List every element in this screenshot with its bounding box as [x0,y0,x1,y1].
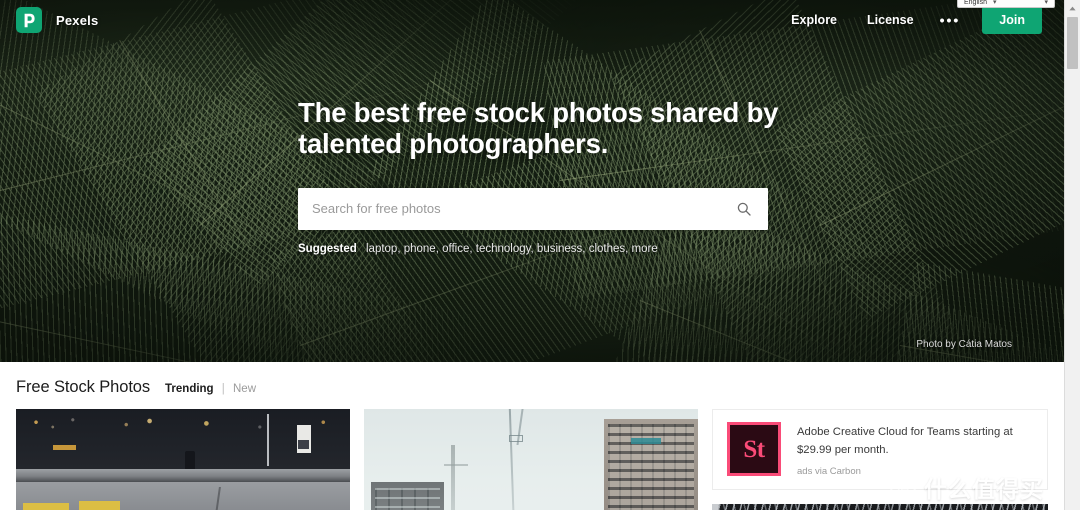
thumbnail-dark-geometric[interactable] [712,504,1048,510]
section-tabs: Trending | New [165,383,256,395]
nav-explore[interactable]: Explore [791,13,837,27]
search-submit-button[interactable] [730,188,758,230]
photo-credit: Photo by Cátia Matos [916,339,1012,350]
building-right [604,419,698,510]
thumbnail-street-photo[interactable] [16,409,350,510]
hero-content: The best free stock photos shared by tal… [298,97,858,255]
grid-column-2 [364,409,698,510]
chevron-down-icon-secondary: ▾ [1044,0,1048,6]
scrollbar-thumb[interactable] [1067,17,1078,69]
photo-grid: St Adobe Creative Cloud for Teams starti… [0,409,1064,510]
search-input[interactable] [298,187,768,230]
page-title: The best free stock photos shared by tal… [298,97,858,160]
street-hydrant [184,450,196,471]
brand-logo-link[interactable]: Pexels [16,7,98,33]
adobe-stock-logo-icon: St [727,422,781,476]
tab-separator: | [221,383,225,395]
nav-links: Explore License ••• Join [761,6,1042,34]
scroll-up-arrow-icon[interactable] [1065,0,1080,16]
grid-column-3: St Adobe Creative Cloud for Teams starti… [712,409,1048,510]
browser-language-popup[interactable]: English ▾ ▾ [957,0,1055,8]
thumbnail-city-buildings[interactable] [364,409,698,510]
ad-text-block: Adobe Creative Cloud for Teams starting … [797,422,1029,477]
search-bar [298,187,768,230]
top-navigation-bar: Pexels Explore License ••• Join [0,0,1064,40]
road-marking-2 [79,501,120,510]
suggested-tags: Suggested laptop, phone, office, technol… [298,243,858,255]
chevron-down-icon: ▾ [992,0,997,6]
crane-mast [450,445,455,510]
adobe-stock-logo-text: St [743,435,765,463]
tab-trending[interactable]: Trending [165,383,214,395]
browser-viewport: Pexels Explore License ••• Join English … [0,0,1080,510]
brand-name: Pexels [56,12,99,28]
dark-center-shadow [839,504,921,510]
content-section: Free Stock Photos Trending | New St Adob… [0,362,1064,510]
section-title: Free Stock Photos [16,378,151,396]
road-marking-1 [22,502,70,510]
hero-section: Pexels Explore License ••• Join English … [0,0,1064,362]
building-left [370,481,445,510]
search-icon [737,202,751,216]
hero-title-line-1: The best free stock photos shared by [298,97,779,128]
section-header: Free Stock Photos Trending | New [16,378,1064,397]
ad-copy: Adobe Creative Cloud for Teams starting … [797,426,1013,456]
ad-attribution: ads via Carbon [797,466,861,477]
suggested-label: Suggested [298,242,357,255]
crane-arm [444,463,468,466]
pexels-logo-icon [16,7,42,33]
street-sign-bar [52,445,77,450]
nav-license[interactable]: License [867,13,914,27]
power-wire-1 [508,409,515,510]
advertisement-card[interactable]: St Adobe Creative Cloud for Teams starti… [712,409,1048,490]
popup-label: English [964,0,987,6]
grid-column-1 [16,409,350,510]
hero-title-line-2: talented photographers. [298,127,609,159]
join-button[interactable]: Join [982,6,1042,34]
more-menu-icon[interactable]: ••• [940,12,961,28]
tab-new[interactable]: New [233,383,256,395]
pexels-homepage: Pexels Explore License ••• Join English … [0,0,1064,510]
page-scrollbar[interactable] [1064,0,1080,510]
street-pole [266,414,269,467]
suggested-tag-list[interactable]: laptop, phone, office, technology, busin… [366,243,658,255]
street-billboard [296,424,312,454]
building-accent [631,437,662,445]
wire-insulator [509,435,523,442]
street-curb [16,468,350,482]
